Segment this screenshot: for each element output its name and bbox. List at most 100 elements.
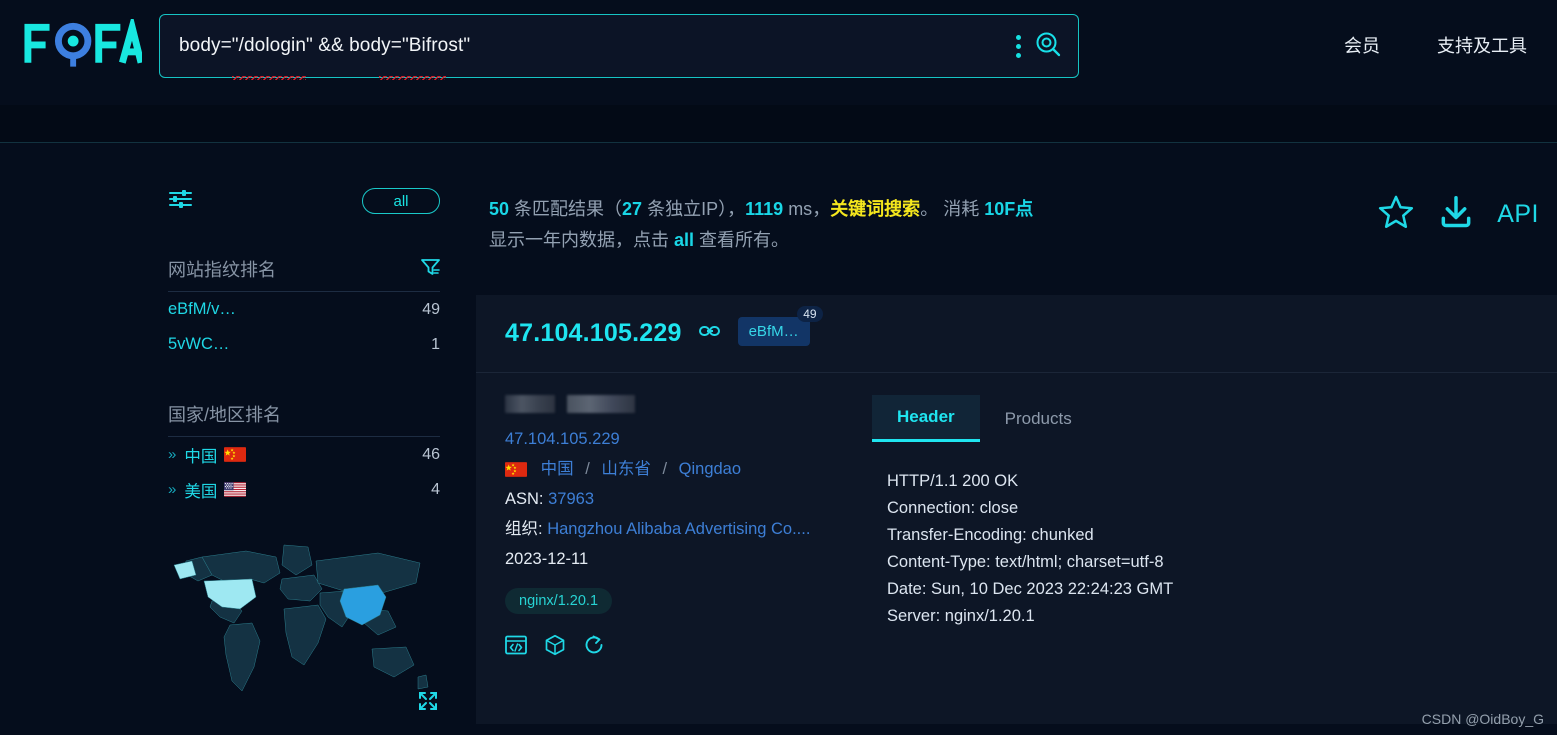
sliders-icon[interactable] — [168, 188, 193, 215]
country-row-label[interactable]: » 中国 — [168, 443, 247, 467]
fullscreen-icon[interactable] — [418, 691, 438, 711]
country-section-header: 国家/地区排名 — [168, 401, 440, 437]
fingerprint-row-label[interactable]: eBfM/v… — [168, 300, 236, 319]
search-icon[interactable] — [1035, 31, 1061, 62]
world-map[interactable] — [168, 531, 440, 711]
redacted-site-title — [505, 395, 872, 413]
consume-label: 消耗 — [943, 199, 980, 219]
star-icon[interactable] — [1377, 193, 1415, 236]
redacted-block — [567, 395, 635, 413]
country-row-count: 4 — [431, 480, 440, 498]
geo-city-link[interactable]: Qingdao — [679, 460, 741, 478]
result-ip-link[interactable]: 47.104.105.229 — [505, 430, 620, 448]
query-time: 1119 — [745, 199, 784, 219]
org-label: 组织: — [505, 520, 543, 538]
server-tag[interactable]: nginx/1.20.1 — [505, 588, 613, 614]
result-card-body: 47.104.105.229 中国 / 山东省 / Qingdao ASN: 3… — [476, 373, 1557, 661]
fingerprint-row[interactable]: 5vWC… 1 — [168, 327, 440, 362]
search-query-text: body="/dologin" && body="Bifrost" — [179, 35, 471, 56]
org-line: 组织: Hangzhou Alibaba Advertising Co.... — [505, 514, 872, 544]
spellcheck-underline-2 — [379, 76, 446, 80]
country-row[interactable]: » 中国 46 — [168, 437, 440, 472]
result-info-column: 47.104.105.229 中国 / 山东省 / Qingdao ASN: 3… — [476, 395, 872, 661]
result-card-header: 47.104.105.229 eBfM… 49 — [476, 295, 1557, 373]
country-section-title: 国家/地区排名 — [168, 405, 282, 425]
asn-value-link[interactable]: 37963 — [548, 490, 594, 508]
org-value-link[interactable]: Hangzhou Alibaba Advertising Co.... — [547, 520, 810, 538]
breadcrumb-separator: / — [585, 460, 590, 478]
download-icon[interactable] — [1437, 193, 1475, 236]
result-ip-link-line: 47.104.105.229 — [505, 424, 872, 454]
funnel-icon[interactable] — [421, 258, 440, 281]
left-sidebar: all 网站指纹排名 eBfM/v… 49 5vWC… 1 国家/地区排名 » — [168, 185, 440, 711]
geo-breadcrumb: 中国 / 山东省 / Qingdao — [505, 454, 872, 484]
more-vertical-icon[interactable] — [1016, 34, 1021, 58]
summary-comma: ， — [812, 199, 831, 219]
fingerprint-section-title: 网站指纹排名 — [168, 260, 276, 280]
asn-label: ASN: — [505, 490, 544, 508]
match-count: 50 — [489, 199, 510, 219]
consume-value: 10F点 — [984, 199, 1034, 219]
result-card: 47.104.105.229 eBfM… 49 47.104.105.229 中… — [476, 295, 1557, 724]
page-header: body="/dologin" && body="Bifrost" 会员 支持及… — [0, 0, 1557, 105]
match-count-suffix: 条匹配结果（ — [514, 199, 623, 219]
breadcrumb-separator: / — [662, 460, 668, 478]
api-button[interactable]: API — [1497, 200, 1539, 229]
geo-country-link[interactable]: 中国 — [541, 460, 574, 478]
refresh-icon[interactable] — [583, 634, 605, 661]
fingerprint-chip[interactable]: eBfM… — [737, 316, 810, 346]
country-row[interactable]: » 美国 4 — [168, 472, 440, 507]
fingerprint-row-label[interactable]: 5vWC… — [168, 335, 229, 354]
search-bar[interactable]: body="/dologin" && body="Bifrost" — [159, 14, 1079, 80]
watermark: CSDN @OidBoy_G — [1421, 711, 1544, 727]
sub-navigation-bar — [0, 105, 1557, 143]
chain-link-icon[interactable] — [698, 324, 721, 343]
redacted-block — [505, 395, 555, 413]
country-name: 中国 — [184, 447, 218, 466]
geo-province-link[interactable]: 山东省 — [601, 460, 651, 478]
summary-all-link[interactable]: all — [674, 230, 694, 250]
flag-us-icon — [224, 482, 247, 497]
summary-hint-pre: 显示一年内数据，点击 — [489, 230, 669, 250]
summary-period: 。 — [920, 199, 939, 219]
spellcheck-underline-1 — [232, 76, 306, 80]
world-map-svg — [168, 531, 440, 711]
search-type-badge: 关键词搜索 — [830, 199, 921, 219]
chevron-double-right-icon: » — [168, 446, 176, 463]
all-filter-button[interactable]: all — [362, 188, 440, 214]
nav-item-member[interactable]: 会员 — [1344, 32, 1380, 58]
fofa-logo-mark — [24, 19, 142, 67]
result-ip-title[interactable]: 47.104.105.229 — [505, 319, 682, 348]
fingerprint-row-count: 49 — [422, 300, 440, 318]
country-name: 美国 — [184, 482, 218, 501]
chevron-double-right-icon: » — [168, 481, 176, 498]
fingerprint-row[interactable]: eBfM/v… 49 — [168, 292, 440, 327]
tab-header[interactable]: Header — [872, 395, 980, 442]
unique-ip-suffix: 条独立IP）， — [647, 199, 746, 219]
fofa-logo[interactable] — [22, 18, 142, 70]
country-row-count: 46 — [422, 445, 440, 463]
result-summary: 50 条匹配结果（27 条独立IP），1119 ms，关键词搜索。 消耗 10F… — [489, 194, 1033, 256]
query-time-unit: ms — [788, 199, 813, 219]
result-date: 2023-12-11 — [505, 550, 589, 568]
result-action-icons — [505, 634, 872, 661]
asn-line: ASN: 37963 — [505, 484, 872, 514]
cube-icon[interactable] — [544, 634, 566, 661]
flag-cn-icon — [224, 447, 247, 462]
fingerprint-row-count: 1 — [431, 335, 440, 353]
fingerprint-chip-badge: 49 — [797, 305, 823, 322]
flag-cn-icon — [505, 462, 527, 477]
nav-item-support-tools[interactable]: 支持及工具 — [1437, 32, 1527, 58]
search-input[interactable]: body="/dologin" && body="Bifrost" — [160, 15, 1016, 80]
summary-line-2: 显示一年内数据，点击 all 查看所有。 — [489, 225, 1033, 256]
summary-line-1: 50 条匹配结果（27 条独立IP），1119 ms，关键词搜索。 消耗 10F… — [489, 194, 1033, 225]
top-nav: 会员 支持及工具 — [1344, 32, 1527, 58]
unique-ip-count: 27 — [622, 199, 643, 219]
tab-products[interactable]: Products — [980, 395, 1097, 442]
result-toolbar: API — [1377, 193, 1539, 236]
code-window-icon[interactable] — [505, 634, 527, 661]
detail-tabs: Header Products — [872, 395, 1543, 442]
country-row-label[interactable]: » 美国 — [168, 478, 247, 502]
http-header-content: HTTP/1.1 200 OK Connection: close Transf… — [887, 472, 1174, 625]
summary-hint-post: 查看所有。 — [699, 230, 790, 250]
